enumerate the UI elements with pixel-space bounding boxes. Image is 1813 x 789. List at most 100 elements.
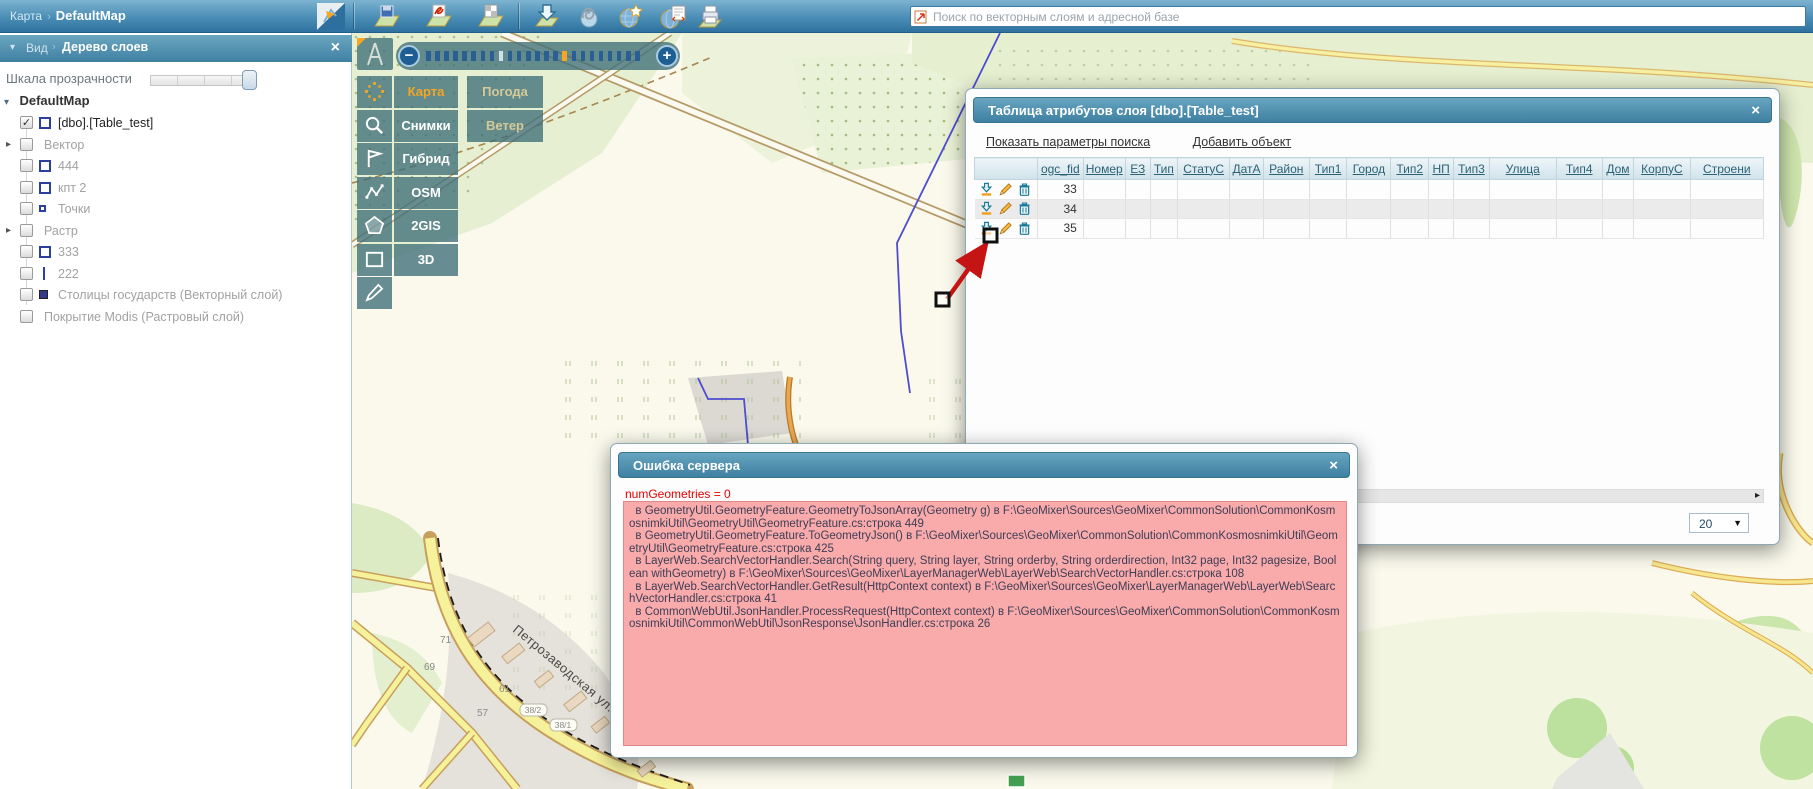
column-sort-link[interactable]: Тип <box>1154 162 1174 176</box>
overlay-layer-button[interactable]: Погода <box>467 76 543 108</box>
column-sort-link[interactable]: ЕЗ <box>1130 162 1145 176</box>
layer-checkbox[interactable] <box>20 181 33 194</box>
column-sort-link[interactable]: НП <box>1432 162 1449 176</box>
zoom-tool-icon[interactable] <box>357 110 392 142</box>
zoom-tick[interactable] <box>471 51 476 61</box>
column-sort-link[interactable]: Номер <box>1086 162 1123 176</box>
add-object-link[interactable]: Добавить объект <box>1193 135 1292 149</box>
zoom-tick[interactable] <box>599 51 604 61</box>
attribute-dialog-close-icon[interactable]: × <box>1751 102 1760 119</box>
layer-tree-item[interactable]: кпт 2 <box>0 178 352 200</box>
column-sort-link[interactable]: ДатА <box>1233 162 1261 176</box>
zoom-tick[interactable] <box>535 51 540 61</box>
export-image-icon[interactable] <box>424 3 454 30</box>
zoom-out-button[interactable]: − <box>398 45 420 67</box>
delete-object-icon[interactable] <box>1017 182 1032 197</box>
layer-tree-item[interactable]: ▸ Вектор <box>0 135 352 157</box>
print-icon[interactable] <box>695 3 725 30</box>
marker-tool-icon[interactable] <box>357 143 392 175</box>
breadcrumb-section[interactable]: Карта <box>10 9 42 23</box>
view-object-icon[interactable] <box>979 182 994 197</box>
layer-label[interactable]: Вектор <box>44 138 84 152</box>
layer-label[interactable]: Растр <box>44 224 78 238</box>
layer-checkbox[interactable] <box>20 267 33 280</box>
panel-close-icon[interactable]: × <box>331 39 340 57</box>
column-sort-link[interactable]: Район <box>1269 162 1303 176</box>
layer-label[interactable]: Точки <box>58 202 90 216</box>
edit-object-icon[interactable] <box>998 182 1013 197</box>
tree-root-row[interactable]: ▾ DefaultMap <box>4 92 90 112</box>
scroll-right-icon[interactable]: ▸ <box>1755 490 1760 501</box>
layer-label[interactable]: 222 <box>58 267 79 281</box>
attribute-dialog-titlebar[interactable]: Таблица атрибутов слоя [dbo].[Table_test… <box>973 97 1772 123</box>
column-sort-link[interactable]: Тип2 <box>1396 162 1423 176</box>
zoom-tick[interactable] <box>562 51 567 61</box>
layer-checkbox[interactable] <box>20 288 33 301</box>
show-search-params-link[interactable]: Показать параметры поиска <box>986 135 1150 149</box>
attach-link-icon[interactable] <box>574 3 604 30</box>
expand-arrow-icon[interactable]: ▸ <box>6 225 11 236</box>
background-transparency-icon[interactable] <box>476 3 506 30</box>
layer-label[interactable]: кпт 2 <box>58 181 86 195</box>
tree-root-label[interactable]: DefaultMap <box>19 93 89 108</box>
zoom-tick[interactable] <box>462 51 467 61</box>
polyline-tool-icon[interactable] <box>357 177 392 209</box>
zoom-tick[interactable] <box>499 51 504 61</box>
column-sort-link[interactable]: Улица <box>1506 162 1540 176</box>
root-expand-icon[interactable]: ▾ <box>4 97 9 108</box>
zoom-tick[interactable] <box>508 51 513 61</box>
column-sort-link[interactable]: ogc_fid <box>1041 162 1080 176</box>
layer-tree-item[interactable]: ▸ Растр <box>0 221 352 243</box>
layer-checkbox[interactable] <box>20 138 33 151</box>
zoom-tick[interactable] <box>426 51 431 61</box>
zoom-tick[interactable] <box>444 51 449 61</box>
base-layer-button[interactable]: Снимки <box>394 110 458 142</box>
zoom-tick[interactable] <box>490 51 495 61</box>
zoom-tick[interactable] <box>590 51 595 61</box>
layer-checkbox[interactable] <box>20 245 33 258</box>
error-dialog-titlebar[interactable]: Ошибка сервера × <box>618 452 1350 478</box>
zoom-tick[interactable] <box>581 51 586 61</box>
base-layer-button[interactable]: 3D <box>394 244 458 276</box>
table-row[interactable]: 33 <box>975 180 1764 200</box>
zoom-tick[interactable] <box>481 51 486 61</box>
base-layer-button[interactable]: OSM <box>394 177 458 209</box>
globe-favorites-icon[interactable] <box>616 3 646 30</box>
delete-object-icon[interactable] <box>1017 201 1032 216</box>
layer-tree-item[interactable]: 444 <box>0 156 352 178</box>
edit-object-icon[interactable] <box>998 221 1013 236</box>
zoom-tick[interactable] <box>526 51 531 61</box>
layer-label[interactable]: 333 <box>58 245 79 259</box>
zoom-tick[interactable] <box>572 51 577 61</box>
table-row[interactable]: 35 <box>975 219 1764 239</box>
base-layer-button[interactable]: 2GIS <box>394 210 458 242</box>
save-map-icon[interactable] <box>372 3 402 30</box>
column-sort-link[interactable]: СтатуС <box>1183 162 1224 176</box>
layer-checkbox[interactable] <box>20 159 33 172</box>
zoom-tick[interactable] <box>517 51 522 61</box>
zoom-tick[interactable] <box>635 51 640 61</box>
layer-tree-item[interactable]: ✓ [dbo].[Table_test] <box>0 113 352 135</box>
layer-checkbox[interactable] <box>20 202 33 215</box>
view-object-icon[interactable] <box>979 201 994 216</box>
column-sort-link[interactable]: Город <box>1353 162 1385 176</box>
zoom-in-button[interactable]: + <box>656 45 678 67</box>
layer-checkbox[interactable] <box>20 224 33 237</box>
measure-tool-button[interactable] <box>357 38 393 70</box>
layer-checkbox[interactable] <box>20 310 33 323</box>
zoom-tick[interactable] <box>435 51 440 61</box>
zoom-tick[interactable] <box>544 51 549 61</box>
column-sort-link[interactable]: Строени <box>1703 162 1751 176</box>
zoom-tick[interactable] <box>453 51 458 61</box>
base-layer-button[interactable]: Карта <box>394 76 458 108</box>
layer-label[interactable]: [dbo].[Table_test] <box>58 116 153 130</box>
column-sort-link[interactable]: Тип1 <box>1315 162 1342 176</box>
layer-label[interactable]: 444 <box>58 159 79 173</box>
layer-checkbox[interactable]: ✓ <box>20 116 33 129</box>
search-input[interactable] <box>933 8 1798 25</box>
move-tool-icon[interactable] <box>357 76 392 108</box>
panel-collapse-icon[interactable]: ▾ <box>10 42 15 53</box>
edit-tool-icon[interactable] <box>357 277 392 309</box>
expand-arrow-icon[interactable]: ▸ <box>6 139 11 150</box>
table-row[interactable]: 34 <box>975 199 1764 219</box>
